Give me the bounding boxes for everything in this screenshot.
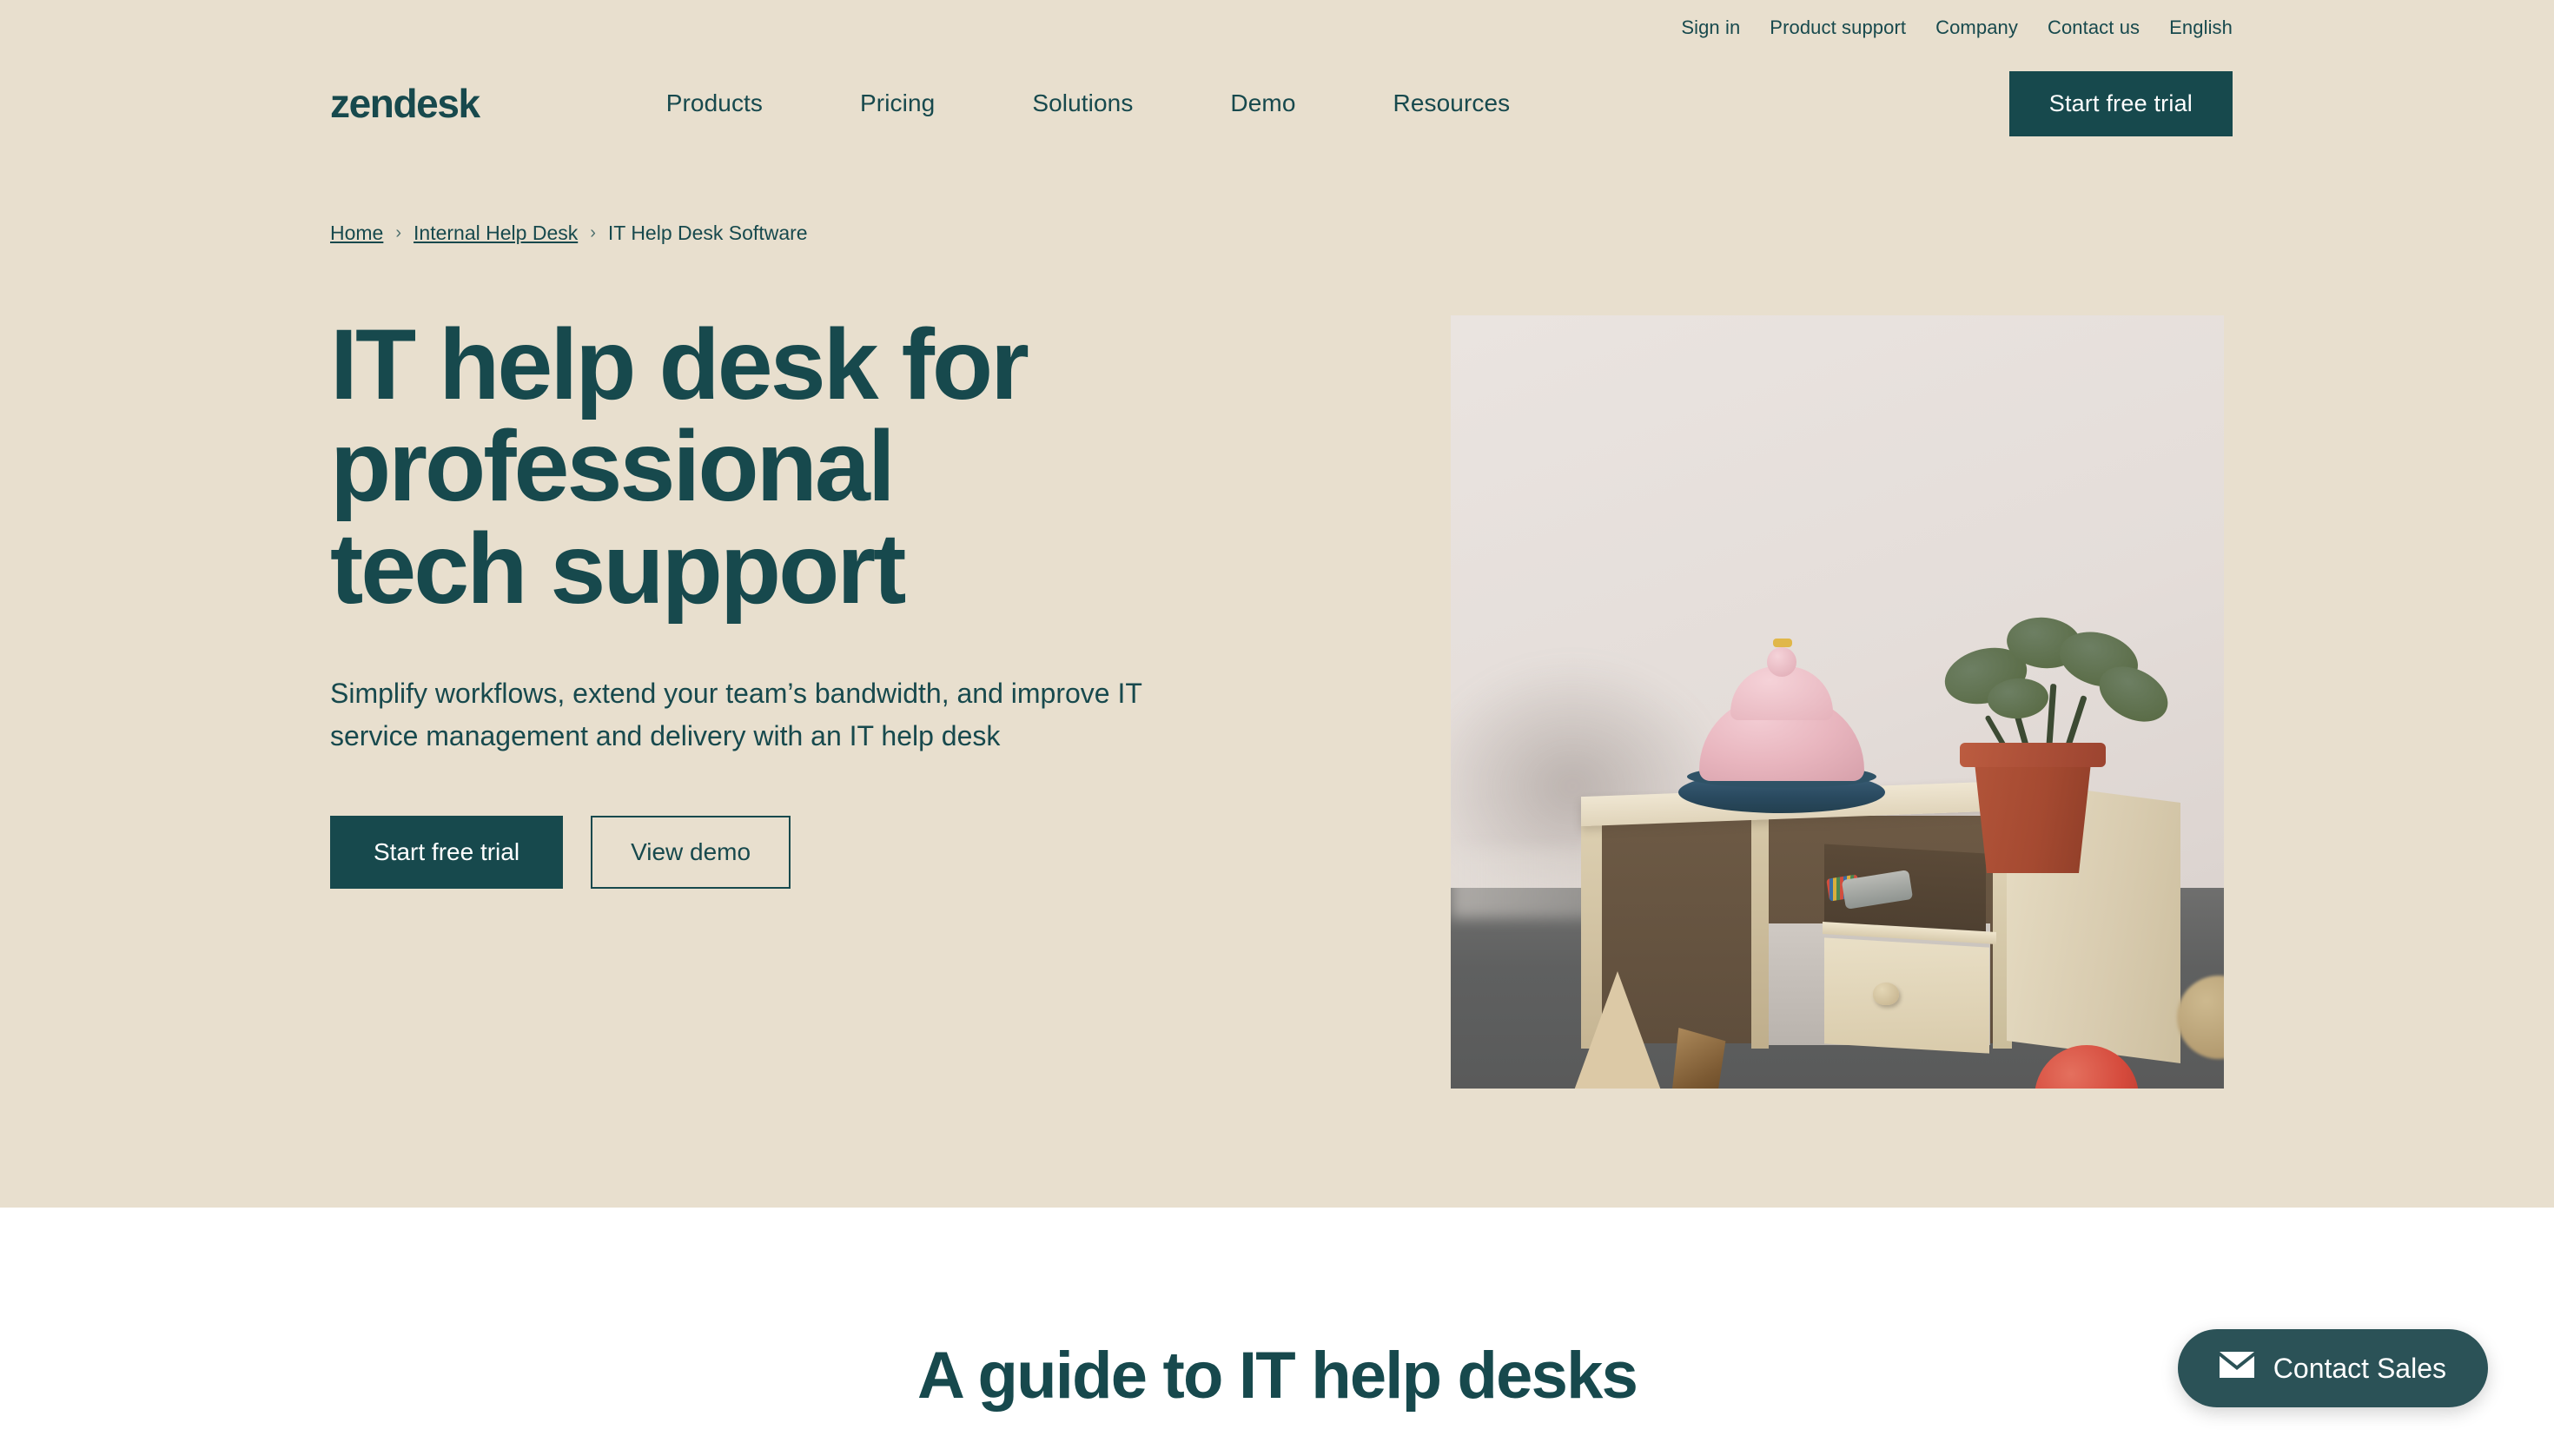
nav-links: Products Pricing Solutions Demo Resource… [666,89,1511,117]
utility-link-sign-in[interactable]: Sign in [1681,17,1740,39]
utility-link-language[interactable]: English [2169,17,2233,39]
plant-pot-rim [1960,743,2106,767]
nav-item-demo[interactable]: Demo [1230,89,1295,117]
drawer-knob [1873,983,1899,1005]
wooden-cone [1564,971,1671,1089]
main-navigation: zendesk Products Pricing Solutions Demo … [0,56,2554,151]
nav-item-resources[interactable]: Resources [1393,89,1511,117]
guide-section [0,1208,2554,1456]
hero-section: Sign in Product support Company Contact … [0,0,2554,1208]
utility-link-product-support[interactable]: Product support [1770,17,1906,39]
desk-drawer [1824,937,1989,1054]
hero-image [1451,315,2224,1089]
utility-link-company[interactable]: Company [1935,17,2018,39]
hero-content: IT help desk for professional tech suppo… [330,309,1251,890]
contact-sales-label: Contact Sales [2273,1352,2446,1384]
hero-start-free-trial-button[interactable]: Start free trial [330,816,564,890]
nav-item-pricing[interactable]: Pricing [860,89,935,117]
hero-subtitle: Simplify workflows, extend your team’s b… [330,677,1142,752]
breadcrumb: Home › Internal Help Desk › IT Help Desk… [330,222,808,245]
service-bell-tip [1773,639,1792,647]
chevron-right-icon: › [590,223,596,242]
utility-link-contact-us[interactable]: Contact us [2048,17,2140,39]
hero-view-demo-button[interactable]: View demo [591,816,791,890]
desk-leg-middle [1751,816,1769,1049]
breadcrumb-home-link[interactable]: Home [330,222,383,245]
guide-heading: A guide to IT help desks [916,1339,1638,1413]
envelope-icon [2219,1352,2254,1385]
service-bell-knob [1767,647,1796,677]
nav-item-products[interactable]: Products [666,89,763,117]
page-title: IT help desk for professional tech suppo… [330,309,1029,625]
hero-button-group: Start free trial View demo [330,816,1251,890]
contact-sales-button[interactable]: Contact Sales [2177,1329,2488,1407]
breadcrumb-current-page: IT Help Desk Software [607,222,808,244]
breadcrumb-internal-help-desk-link[interactable]: Internal Help Desk [414,222,578,245]
zendesk-logo[interactable]: zendesk [330,83,480,123]
plant-pot [1973,750,2093,873]
header-start-free-trial-button[interactable]: Start free trial [2008,70,2233,136]
nav-item-solutions[interactable]: Solutions [1032,89,1133,117]
utility-nav: Sign in Product support Company Contact … [0,0,2554,56]
chevron-right-icon: › [395,223,402,242]
